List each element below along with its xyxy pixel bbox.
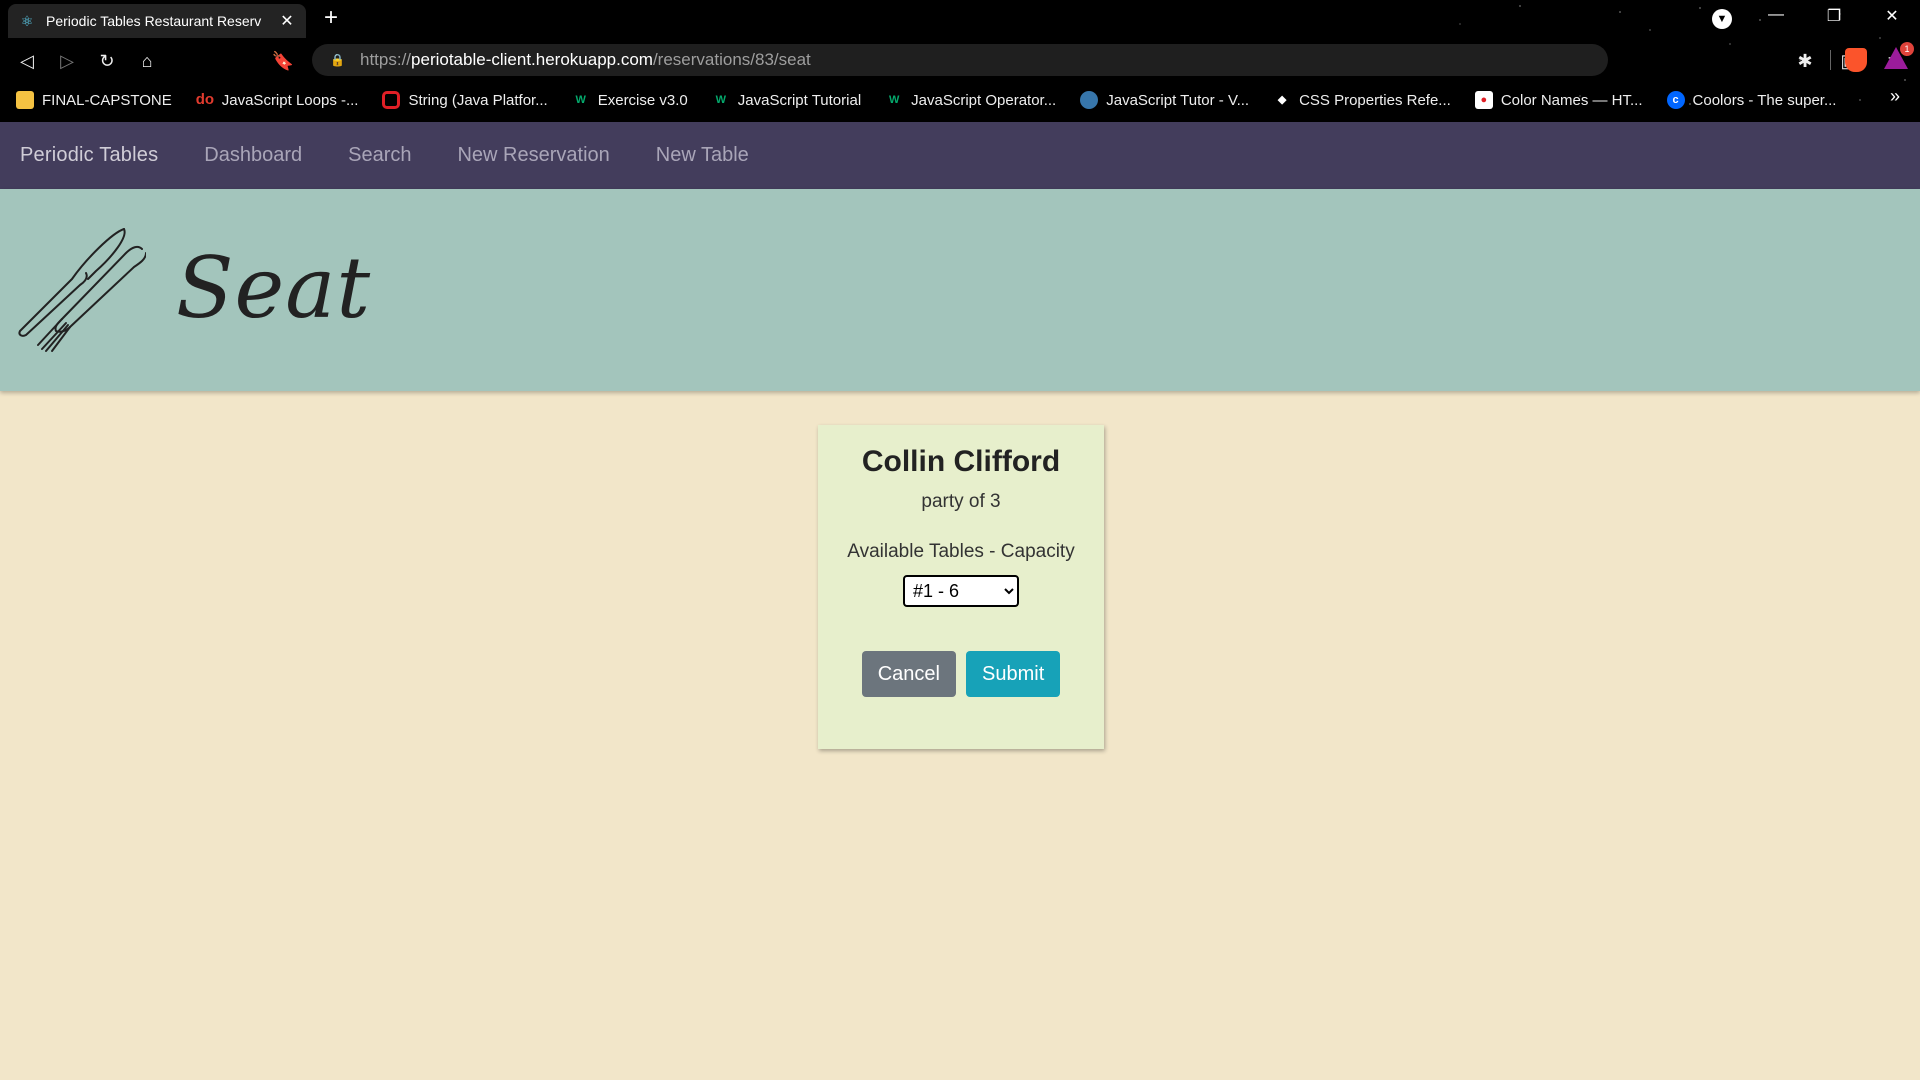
bookmark-item[interactable]: W JavaScript Tutorial: [712, 91, 862, 109]
bookmark-label: Color Names — HT...: [1500, 91, 1643, 109]
brand-link[interactable]: Periodic Tables: [20, 144, 158, 167]
table-select[interactable]: #1 - 6: [903, 575, 1019, 607]
nav-link-new-reservation[interactable]: New Reservation: [457, 144, 609, 167]
bookmark-item[interactable]: W JavaScript Operator...: [885, 91, 1056, 109]
close-tab-icon[interactable]: ✕: [278, 11, 296, 31]
bookmark-label: Exercise v3.0: [597, 91, 688, 109]
back-icon[interactable]: ◁: [14, 48, 40, 74]
bookmark-label: CSS Properties Refe...: [1299, 91, 1451, 109]
bookmark-item[interactable]: FINAL-CAPSTONE: [16, 91, 172, 109]
nav-link-search[interactable]: Search: [348, 144, 411, 167]
bookmark-item[interactable]: c Coolors - The super...: [1666, 91, 1837, 109]
coolors-icon: c: [1666, 91, 1685, 109]
forward-icon[interactable]: ▷: [54, 48, 80, 74]
tables-label: Available Tables - Capacity: [847, 541, 1075, 562]
bookmark-label: String (Java Platfor...: [408, 91, 548, 109]
bookmark-label: JavaScript Tutorial: [737, 91, 862, 109]
bookmark-item[interactable]: String (Java Platfor...: [382, 91, 548, 109]
oracle-icon: [382, 91, 401, 109]
address-bar[interactable]: 🔒 https://periotable-client.herokuapp.co…: [312, 42, 1914, 76]
bookmark-label: JavaScript Tutor - V...: [1106, 91, 1250, 109]
bookmark-label: JavaScript Operator...: [911, 91, 1057, 109]
submit-button[interactable]: Submit: [966, 651, 1061, 697]
color-icon: ●: [1474, 91, 1493, 109]
bookmark-item[interactable]: W Exercise v3.0: [572, 91, 688, 109]
knife-and-fork-icon: [18, 228, 146, 352]
minimize-icon[interactable]: —: [1756, 6, 1796, 24]
css-icon: ◆: [1277, 94, 1287, 106]
bookmark-item[interactable]: JavaScript Tutor - V...: [1080, 91, 1249, 109]
bookmark-label: JavaScript Loops -...: [221, 91, 359, 109]
bookmark-label: Coolors - The super...: [1692, 91, 1837, 109]
bookmark-item[interactable]: do JavaScript Loops -...: [196, 91, 359, 109]
bookmarks-bar: FINAL-CAPSTONE do JavaScript Loops -... …: [0, 86, 1920, 114]
python-icon: [1080, 91, 1099, 109]
bookmark-item[interactable]: ● Color Names — HT...: [1474, 91, 1643, 109]
bookmark-label: FINAL-CAPSTONE: [42, 91, 172, 109]
browser-tab[interactable]: ⚛ Periodic Tables Restaurant Reserv ✕: [8, 4, 306, 38]
bookmark-icon[interactable]: 🔖: [270, 48, 296, 74]
reload-icon[interactable]: ↻: [94, 48, 120, 74]
brave-shields-icon[interactable]: [1845, 48, 1867, 72]
react-icon: ⚛: [20, 13, 34, 29]
home-icon[interactable]: ⌂: [134, 48, 160, 74]
w3-icon: W: [575, 94, 586, 106]
window-close-icon[interactable]: ✕: [1872, 6, 1912, 26]
tab-title: Periodic Tables Restaurant Reserv: [46, 13, 262, 29]
form-actions: Cancel Submit: [818, 651, 1104, 697]
chevron-down-icon[interactable]: ▼: [1712, 9, 1732, 29]
folder-icon: [16, 91, 34, 109]
restore-icon[interactable]: ❐: [1814, 6, 1854, 26]
new-tab-button[interactable]: +: [318, 6, 344, 32]
tab-strip: ⚛ Periodic Tables Restaurant Reserv ✕ + …: [0, 0, 1920, 38]
nav-link-new-table[interactable]: New Table: [656, 144, 749, 167]
guest-name: Collin Clifford: [861, 445, 1061, 478]
bookmarks-overflow-icon[interactable]: »: [1890, 86, 1900, 107]
url-scheme: https://: [360, 50, 412, 69]
browser-chrome: ⚛ Periodic Tables Restaurant Reserv ✕ + …: [0, 0, 1920, 122]
nav-link-dashboard[interactable]: Dashboard: [204, 144, 302, 167]
page-title: Seat: [176, 239, 372, 337]
cancel-button[interactable]: Cancel: [861, 651, 956, 697]
address-divider: [1830, 50, 1831, 70]
lock-icon: 🔒: [330, 53, 345, 67]
extensions-icon[interactable]: ✱: [1792, 48, 1818, 74]
party-size: party of 3: [921, 491, 1001, 512]
bookmark-item[interactable]: ◆ CSS Properties Refe...: [1273, 91, 1451, 109]
seat-form-card: Collin Clifford party of 3 Available Tab…: [818, 425, 1104, 749]
page-header: Seat: [0, 189, 1920, 391]
url-path: /reservations/83/seat: [652, 50, 811, 69]
rewards-badge: 1: [1900, 42, 1914, 56]
do-icon: do: [195, 91, 215, 108]
url-host: periotable-client.herokuapp.com: [411, 50, 653, 69]
w3-icon: W: [715, 94, 726, 106]
w3-icon: W: [888, 94, 900, 106]
app-navbar: Periodic Tables Dashboard Search New Res…: [0, 122, 1920, 189]
